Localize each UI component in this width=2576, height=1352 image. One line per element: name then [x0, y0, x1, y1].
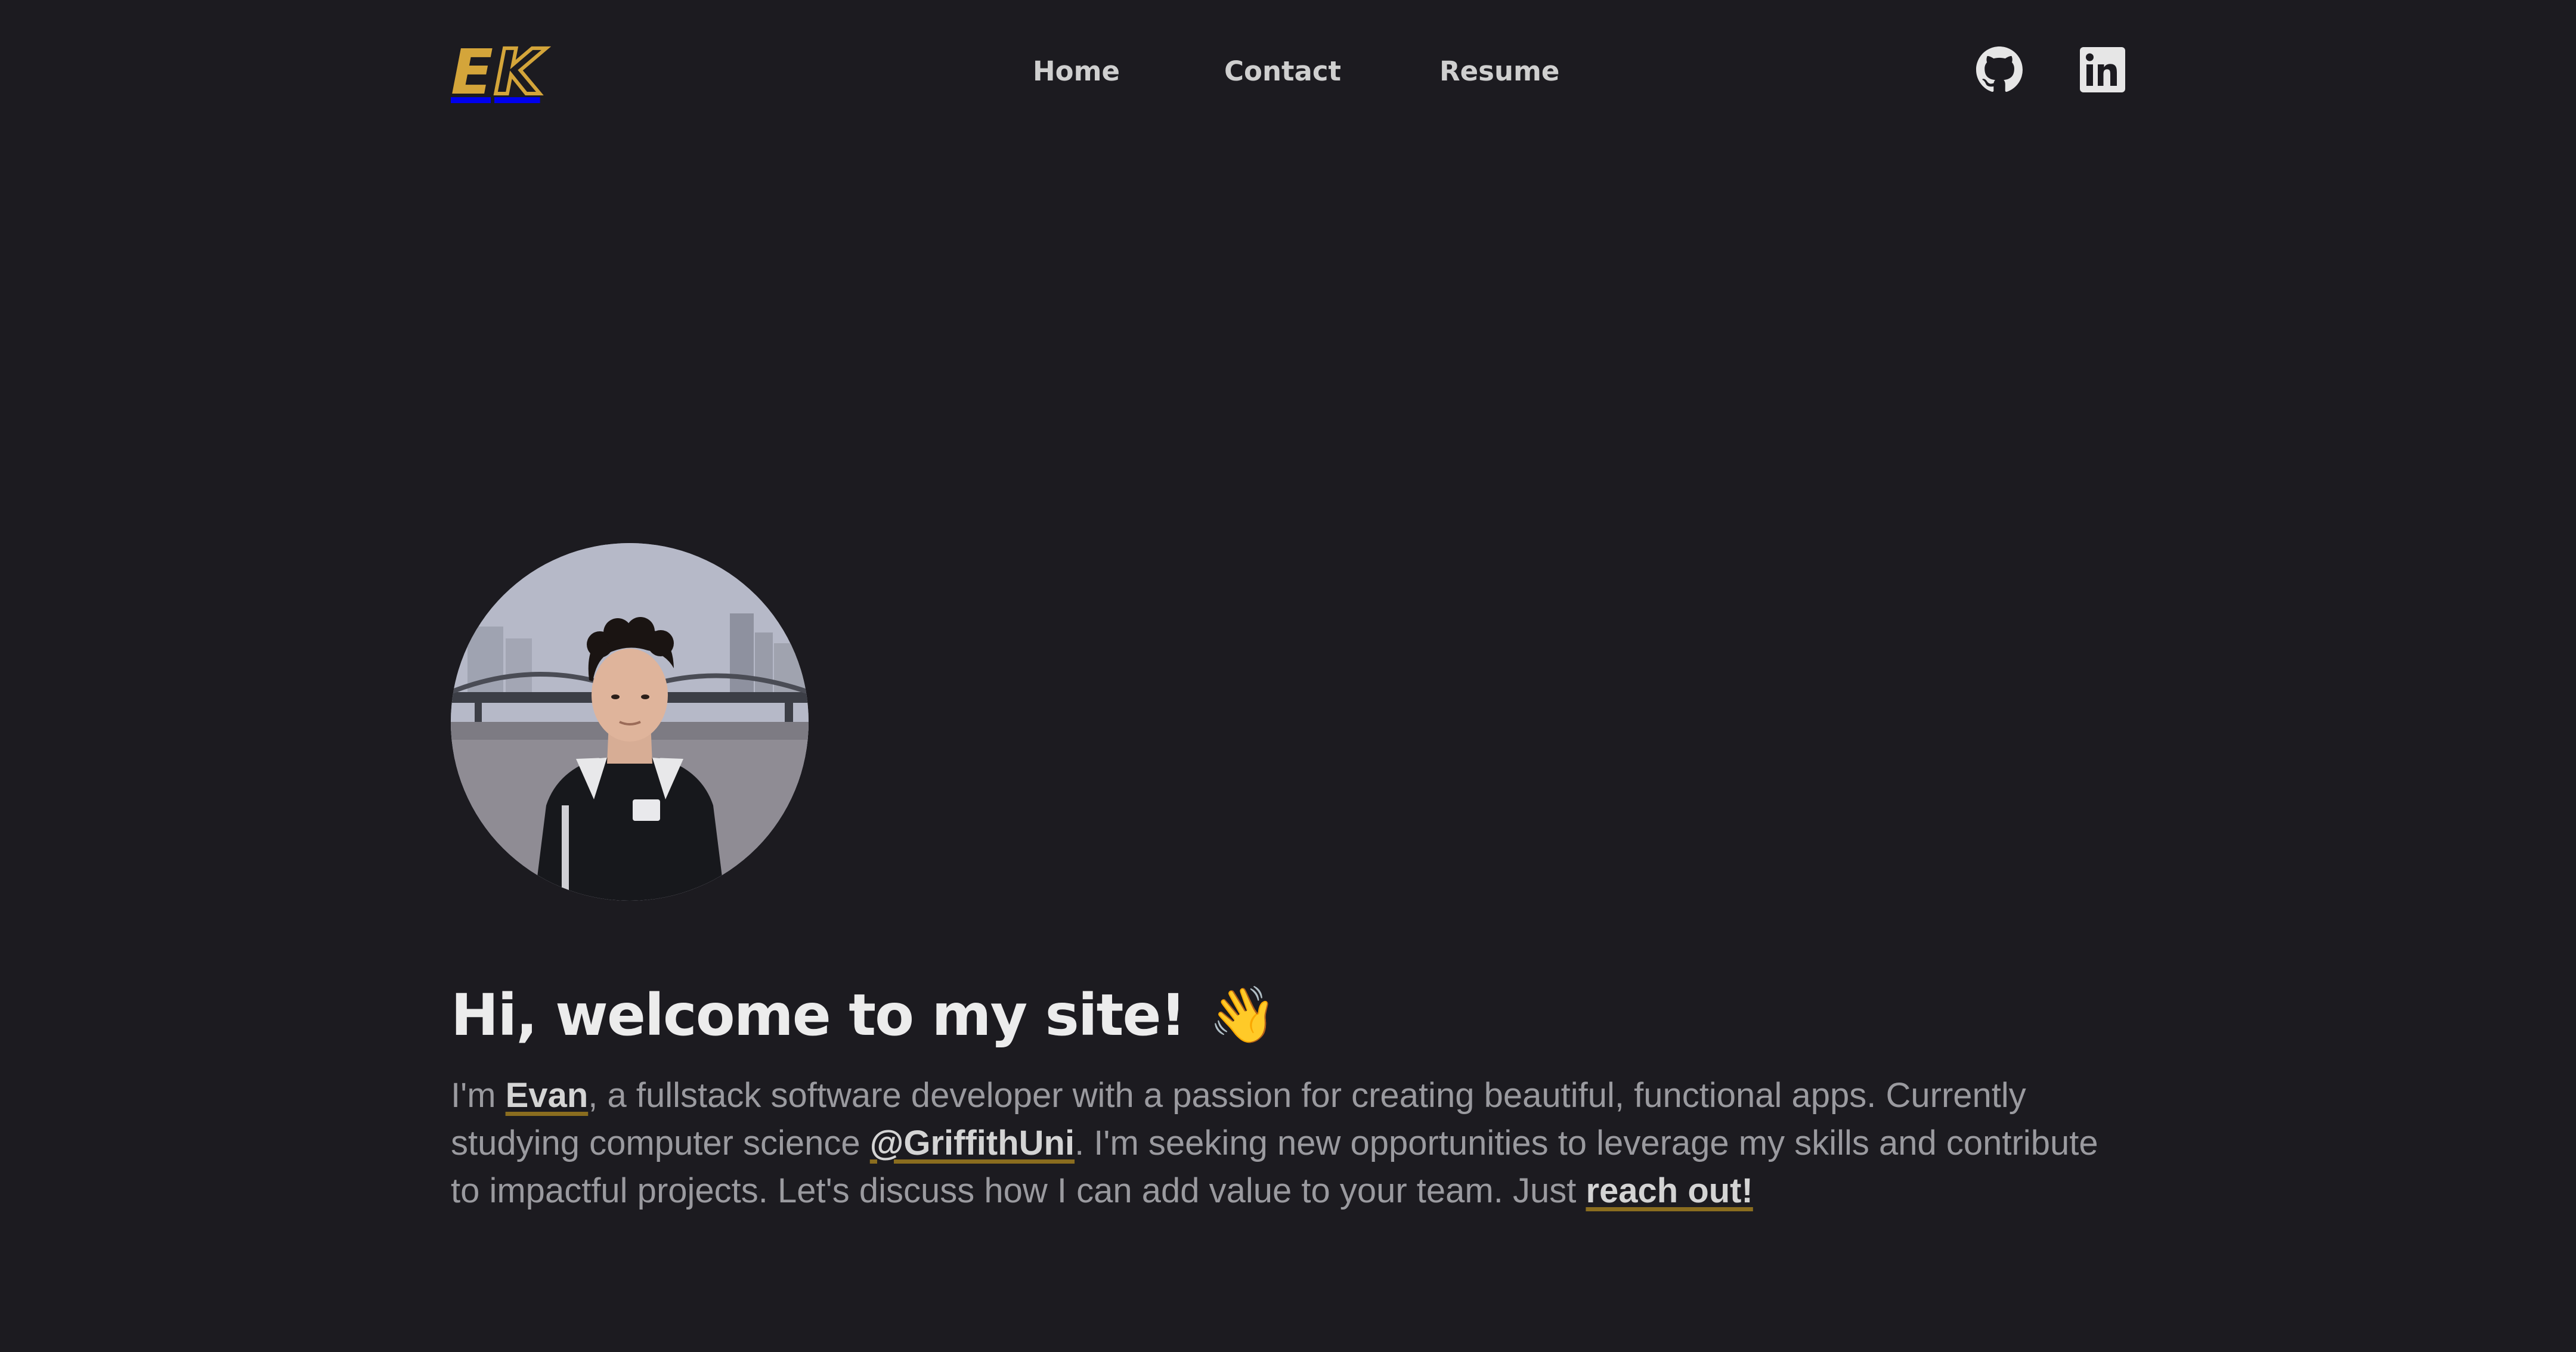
- linkedin-link[interactable]: [2079, 46, 2126, 94]
- intro-paragraph: I'm Evan, a fullstack software developer…: [451, 1072, 2132, 1215]
- github-icon: [1976, 46, 2023, 93]
- nav-link-contact[interactable]: Contact: [1224, 52, 1341, 91]
- title-text: Hi, welcome to my site!: [451, 982, 1186, 1049]
- logo-letter-k: K: [493, 36, 544, 108]
- site-logo[interactable]: EK: [451, 36, 544, 108]
- university-link[interactable]: @GriffithUni: [870, 1124, 1075, 1162]
- nav-link-resume[interactable]: Resume: [1439, 52, 1559, 91]
- bio-text-1: I'm: [451, 1076, 506, 1115]
- waving-hand-icon: 👋: [1209, 983, 1277, 1047]
- top-navigation: EK Home Contact Resume: [0, 0, 2576, 143]
- name-link[interactable]: Evan: [506, 1076, 589, 1115]
- contact-cta-link[interactable]: reach out!: [1586, 1171, 1753, 1210]
- github-link[interactable]: [1976, 46, 2023, 94]
- linkedin-icon: [2080, 47, 2125, 92]
- profile-photo: [451, 543, 809, 901]
- nav-link-home[interactable]: Home: [1033, 52, 1120, 91]
- page-title: Hi, welcome to my site! 👋: [451, 976, 1277, 1054]
- logo-letter-e: E: [451, 36, 493, 108]
